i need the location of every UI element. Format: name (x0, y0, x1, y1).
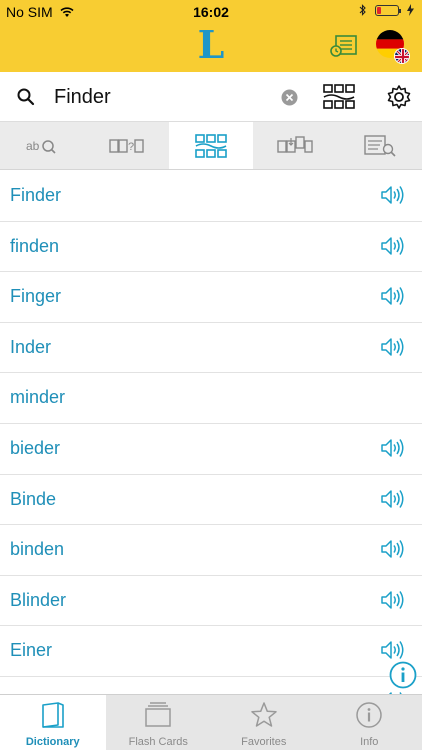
speaker-icon[interactable] (380, 437, 406, 459)
mode-tab-anagram[interactable] (168, 122, 254, 169)
star-icon (251, 702, 277, 727)
blank-letters-icon: ? (108, 138, 144, 153)
app-logo: L (197, 22, 225, 67)
search-bar (0, 72, 422, 122)
result-row[interactable]: Binde (0, 475, 422, 526)
svg-text:?: ? (128, 141, 134, 153)
tab-flash-cards[interactable]: Flash Cards (106, 695, 212, 750)
speaker-icon[interactable] (380, 488, 406, 510)
result-row[interactable]: Finder (0, 171, 422, 222)
speaker-icon[interactable] (380, 589, 406, 611)
tab-label: Flash Cards (128, 736, 188, 748)
status-bar: No SIM 16:02 (0, 0, 422, 22)
result-row[interactable]: finden (0, 222, 422, 273)
result-word: finden (10, 235, 60, 256)
speaker-icon[interactable] (380, 639, 406, 661)
vocabulary-trainer-icon[interactable] (330, 34, 358, 58)
bluetooth-icon (359, 4, 366, 16)
book-icon (41, 702, 64, 728)
result-row[interactable]: Inder (0, 323, 422, 374)
speaker-icon[interactable] (380, 336, 406, 358)
result-word: Einer (10, 640, 53, 661)
info-circle-icon (356, 702, 382, 728)
result-row[interactable] (0, 677, 422, 694)
info-icon[interactable] (389, 661, 417, 689)
search-icon (17, 88, 35, 106)
result-word: Finger (10, 286, 62, 307)
search-input[interactable] (54, 82, 274, 112)
result-row[interactable]: Einer (0, 626, 422, 677)
charging-icon (407, 4, 414, 16)
anagram-icon (195, 133, 227, 158)
result-row[interactable]: Blinder (0, 576, 422, 627)
tab-label: Dictionary (25, 736, 80, 748)
battery-indicator (375, 4, 401, 16)
uk-flag-icon[interactable] (394, 48, 410, 64)
svg-text:ab: ab (26, 139, 40, 153)
tab-label: Favorites (241, 736, 287, 748)
result-row[interactable]: minder (0, 373, 422, 424)
anagram-view-icon[interactable] (323, 84, 355, 110)
status-right (359, 4, 414, 16)
text-search-icon (364, 134, 396, 157)
speaker-icon[interactable] (380, 235, 406, 257)
result-word: Blinder (10, 589, 67, 610)
speaker-icon[interactable] (380, 285, 406, 307)
speaker-icon[interactable] (380, 184, 406, 206)
gear-icon[interactable] (386, 84, 412, 110)
clear-search-icon[interactable] (281, 89, 298, 106)
ab-search-icon: ab (26, 139, 56, 154)
result-row[interactable]: bieder (0, 424, 422, 475)
result-list: Finder finden Finger Inder minder bieder… (0, 171, 422, 694)
result-word: Inder (10, 336, 52, 357)
flash-cards-icon (145, 702, 171, 727)
result-word: bieder (10, 437, 61, 458)
tab-dictionary[interactable]: Dictionary (0, 695, 106, 750)
tab-label: Info (360, 736, 379, 748)
result-word: minder (10, 387, 66, 408)
mode-tab-reverse[interactable] (253, 122, 337, 169)
result-row[interactable]: Finger (0, 272, 422, 323)
bottom-tab-bar: Dictionary Flash Cards Favorites Info (0, 694, 422, 750)
result-word: binden (10, 539, 65, 560)
mode-tab-fulltext[interactable] (338, 122, 422, 169)
search-mode-tabs: ab ? (0, 122, 422, 170)
result-word: Binde (10, 488, 57, 509)
word-swap-icon (277, 135, 314, 153)
tab-info[interactable]: Info (317, 695, 422, 750)
mode-tab-wildcard[interactable]: ? (84, 122, 168, 169)
mode-tab-headword[interactable]: ab (0, 122, 84, 169)
battery-fill (377, 6, 381, 14)
result-row[interactable]: binden (0, 525, 422, 576)
speaker-icon[interactable] (380, 538, 406, 560)
result-word: Finder (10, 185, 62, 205)
app-header: No SIM 16:02 L (0, 0, 422, 72)
tab-favorites[interactable]: Favorites (211, 695, 317, 750)
